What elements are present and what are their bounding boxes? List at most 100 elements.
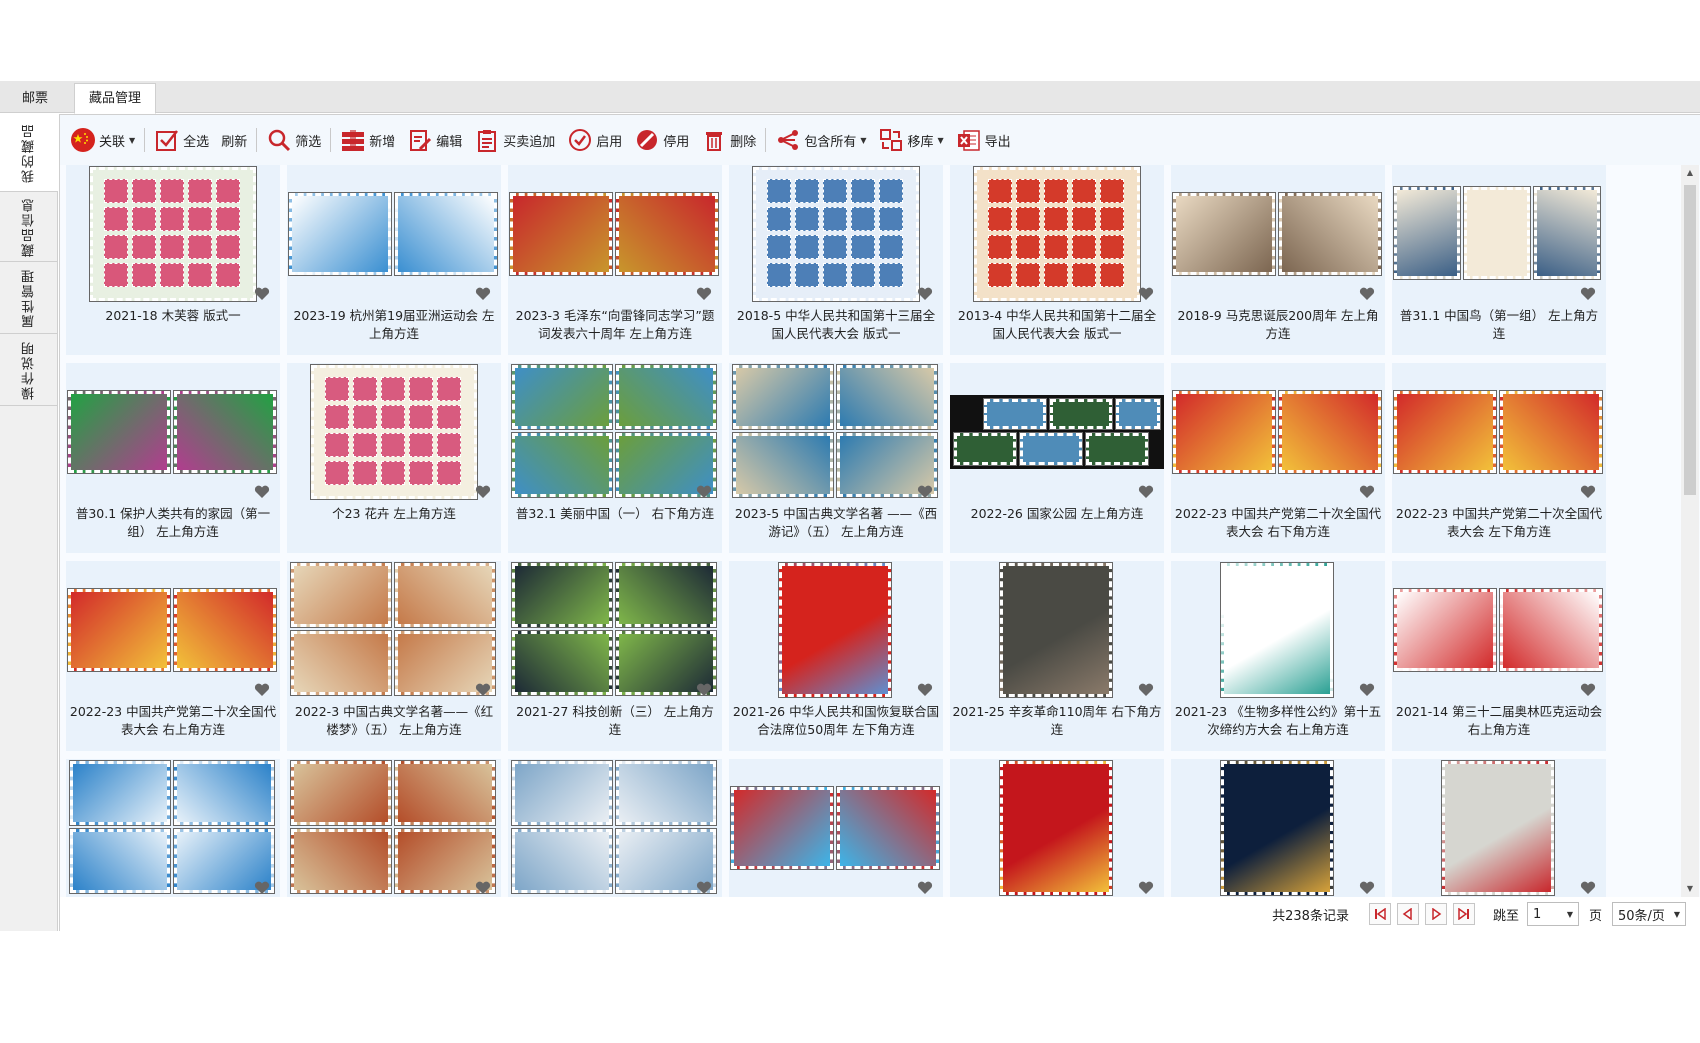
heart-icon[interactable] bbox=[1580, 683, 1596, 697]
heart-icon[interactable] bbox=[1138, 683, 1154, 697]
stamp-card[interactable]: 2023-5 中国古典文学名著 ——《西游记》（五） 左上角方连 bbox=[729, 363, 943, 553]
stamp-card[interactable]: 2022-3 中国古典文学名著——《红楼梦》（五） 左上角方连 bbox=[287, 561, 501, 751]
stamp-tile bbox=[173, 390, 277, 474]
heart-icon[interactable] bbox=[1359, 683, 1375, 697]
heart-icon[interactable] bbox=[1580, 287, 1596, 301]
heart-icon[interactable] bbox=[475, 683, 491, 697]
scroll-up-icon[interactable]: ▲ bbox=[1681, 165, 1699, 181]
stamp-card[interactable] bbox=[950, 759, 1164, 897]
heart-icon[interactable] bbox=[917, 485, 933, 499]
stamp-card[interactable]: 2018-9 马克思诞辰200周年 左上角方连 bbox=[1171, 165, 1385, 355]
stamp-caption: 2023-3 毛泽东“向雷锋同志学习”题词发表六十周年 左上角方连 bbox=[515, 308, 715, 341]
heart-icon[interactable] bbox=[475, 485, 491, 499]
stamp-card[interactable]: 2023-19 杭州第19届亚洲运动会 左上角方连 bbox=[287, 165, 501, 355]
tab-collection-management[interactable]: 藏品管理 bbox=[74, 83, 156, 114]
stamp-cell bbox=[1072, 207, 1096, 231]
stamp-card[interactable]: 2021-26 中华人民共和国恢复联合国合法席位50周年 左下角方连 bbox=[729, 561, 943, 751]
refresh-button[interactable]: 刷新 bbox=[215, 123, 253, 157]
top-tab-bar: 邮票 藏品管理 bbox=[0, 81, 1700, 114]
trade-append-button[interactable]: 买卖追加 bbox=[468, 123, 561, 157]
stamp-card[interactable]: 个23 花卉 左上角方连 bbox=[287, 363, 501, 553]
stamp-card[interactable]: 2022-23 中国共产党第二十次全国代表大会 右下角方连 bbox=[1171, 363, 1385, 553]
stamp-cell bbox=[879, 179, 903, 203]
filter-button[interactable]: 筛选 bbox=[260, 123, 327, 157]
left-tab-attribute-management[interactable]: 属性管理 bbox=[0, 262, 58, 334]
enable-button[interactable]: 启用 bbox=[561, 123, 628, 157]
stamp-card[interactable]: 2022-26 国家公园 左上角方连 bbox=[950, 363, 1164, 553]
stamp-card[interactable]: 2021-25 辛亥革命110周年 右下角方连 bbox=[950, 561, 1164, 751]
excel-icon bbox=[956, 127, 982, 153]
stamp-card[interactable]: 2021-18 木芙蓉 版式一 bbox=[66, 165, 280, 355]
stamp-card[interactable] bbox=[1171, 759, 1385, 897]
left-tab-my-collection[interactable]: 我的藏品 bbox=[0, 114, 58, 192]
first-page-icon[interactable] bbox=[1368, 903, 1391, 925]
heart-icon[interactable] bbox=[1580, 485, 1596, 499]
stamp-card[interactable]: 2021-23 《生物多样性公约》第十五次缔约方大会 右上角方连 bbox=[1171, 561, 1385, 751]
stamp-cell bbox=[132, 207, 156, 231]
move-label: 移库 bbox=[907, 134, 934, 150]
tab-stamps[interactable]: 邮票 bbox=[0, 83, 70, 113]
heart-icon[interactable] bbox=[696, 683, 712, 697]
heart-icon[interactable] bbox=[917, 881, 933, 895]
stamp-card[interactable] bbox=[729, 759, 943, 897]
left-tab-item-info[interactable]: 藏品信息 bbox=[0, 192, 58, 262]
heart-icon[interactable] bbox=[696, 287, 712, 301]
heart-icon[interactable] bbox=[254, 683, 270, 697]
heart-icon[interactable] bbox=[696, 881, 712, 895]
scroll-down-icon[interactable]: ▼ bbox=[1681, 881, 1699, 897]
heart-icon[interactable] bbox=[1138, 881, 1154, 895]
heart-icon[interactable] bbox=[254, 485, 270, 499]
chevron-down-icon: ▼ bbox=[937, 135, 944, 145]
heart-icon[interactable] bbox=[475, 287, 491, 301]
heart-icon[interactable] bbox=[917, 287, 933, 301]
stamp-card[interactable] bbox=[1392, 759, 1606, 897]
select-all-button[interactable]: 全选 bbox=[148, 123, 215, 157]
stamp-card[interactable]: 普30.1 保护人类共有的家园（第一组） 左上角方连 bbox=[66, 363, 280, 553]
prev-page-icon[interactable] bbox=[1396, 903, 1419, 925]
stamp-card[interactable]: 2021-27 科技创新（三） 左上角方连 bbox=[508, 561, 722, 751]
stamp-card[interactable] bbox=[287, 759, 501, 897]
heart-icon[interactable] bbox=[1359, 485, 1375, 499]
heart-icon[interactable] bbox=[1359, 287, 1375, 301]
edit-button[interactable]: 编辑 bbox=[401, 123, 468, 157]
next-page-icon[interactable] bbox=[1424, 903, 1447, 925]
export-button[interactable]: 导出 bbox=[950, 123, 1017, 157]
heart-icon[interactable] bbox=[1138, 485, 1154, 499]
stamp-caption: 2021-27 科技创新（三） 左上角方连 bbox=[516, 704, 714, 737]
heart-icon[interactable] bbox=[1580, 881, 1596, 895]
disable-button[interactable]: 停用 bbox=[628, 123, 695, 157]
page-size-value: 50条/页 bbox=[1618, 908, 1665, 924]
single-stamp-image bbox=[1171, 561, 1385, 699]
heart-icon[interactable] bbox=[1359, 881, 1375, 895]
vertical-scrollbar[interactable]: ▲ ▼ bbox=[1681, 165, 1699, 897]
select-all-label: 全选 bbox=[183, 134, 210, 150]
stamp-card[interactable]: 2021-14 第三十二届奥林匹克运动会 右上角方连 bbox=[1392, 561, 1606, 751]
stamp-card[interactable] bbox=[66, 759, 280, 897]
last-page-icon[interactable] bbox=[1452, 903, 1475, 925]
link-button[interactable]: 关联 ▼ bbox=[64, 123, 141, 157]
left-tab-instructions[interactable]: 操作说明 bbox=[0, 334, 58, 406]
stamp-card[interactable] bbox=[508, 759, 722, 897]
stamp-card[interactable]: 2018-5 中华人民共和国第十三届全国人民代表大会 版式一 bbox=[729, 165, 943, 355]
add-button[interactable]: 新增 bbox=[334, 123, 401, 157]
heart-icon[interactable] bbox=[917, 683, 933, 697]
move-button[interactable]: 移库 ▼ bbox=[872, 123, 949, 157]
stamp-card[interactable]: 2013-4 中华人民共和国第十二届全国人民代表大会 版式一 bbox=[950, 165, 1164, 355]
stamp-card[interactable]: 普31.1 中国鸟（第一组） 左上角方连 bbox=[1392, 165, 1606, 355]
heart-icon[interactable] bbox=[254, 287, 270, 301]
heart-icon[interactable] bbox=[1138, 287, 1154, 301]
include-all-button[interactable]: 包含所有 ▼ bbox=[769, 123, 872, 157]
stamp-card[interactable]: 2022-23 中国共产党第二十次全国代表大会 左下角方连 bbox=[1392, 363, 1606, 553]
page-number-select[interactable]: 1 ▼ bbox=[1526, 902, 1579, 926]
stamp-card[interactable]: 普32.1 美丽中国（一） 右下角方连 bbox=[508, 363, 722, 553]
stamp-card[interactable]: 2023-3 毛泽东“向雷锋同志学习”题词发表六十周年 左上角方连 bbox=[508, 165, 722, 355]
stamp-tile bbox=[511, 432, 613, 498]
delete-button[interactable]: 删除 bbox=[695, 123, 762, 157]
heart-icon[interactable] bbox=[475, 881, 491, 895]
stamp-cell bbox=[988, 179, 1012, 203]
stamp-card[interactable]: 2022-23 中国共产党第二十次全国代表大会 右上角方连 bbox=[66, 561, 280, 751]
page-size-select[interactable]: 50条/页 ▼ bbox=[1612, 902, 1686, 926]
scrollbar-thumb[interactable] bbox=[1684, 185, 1696, 495]
heart-icon[interactable] bbox=[696, 485, 712, 499]
heart-icon[interactable] bbox=[254, 881, 270, 895]
